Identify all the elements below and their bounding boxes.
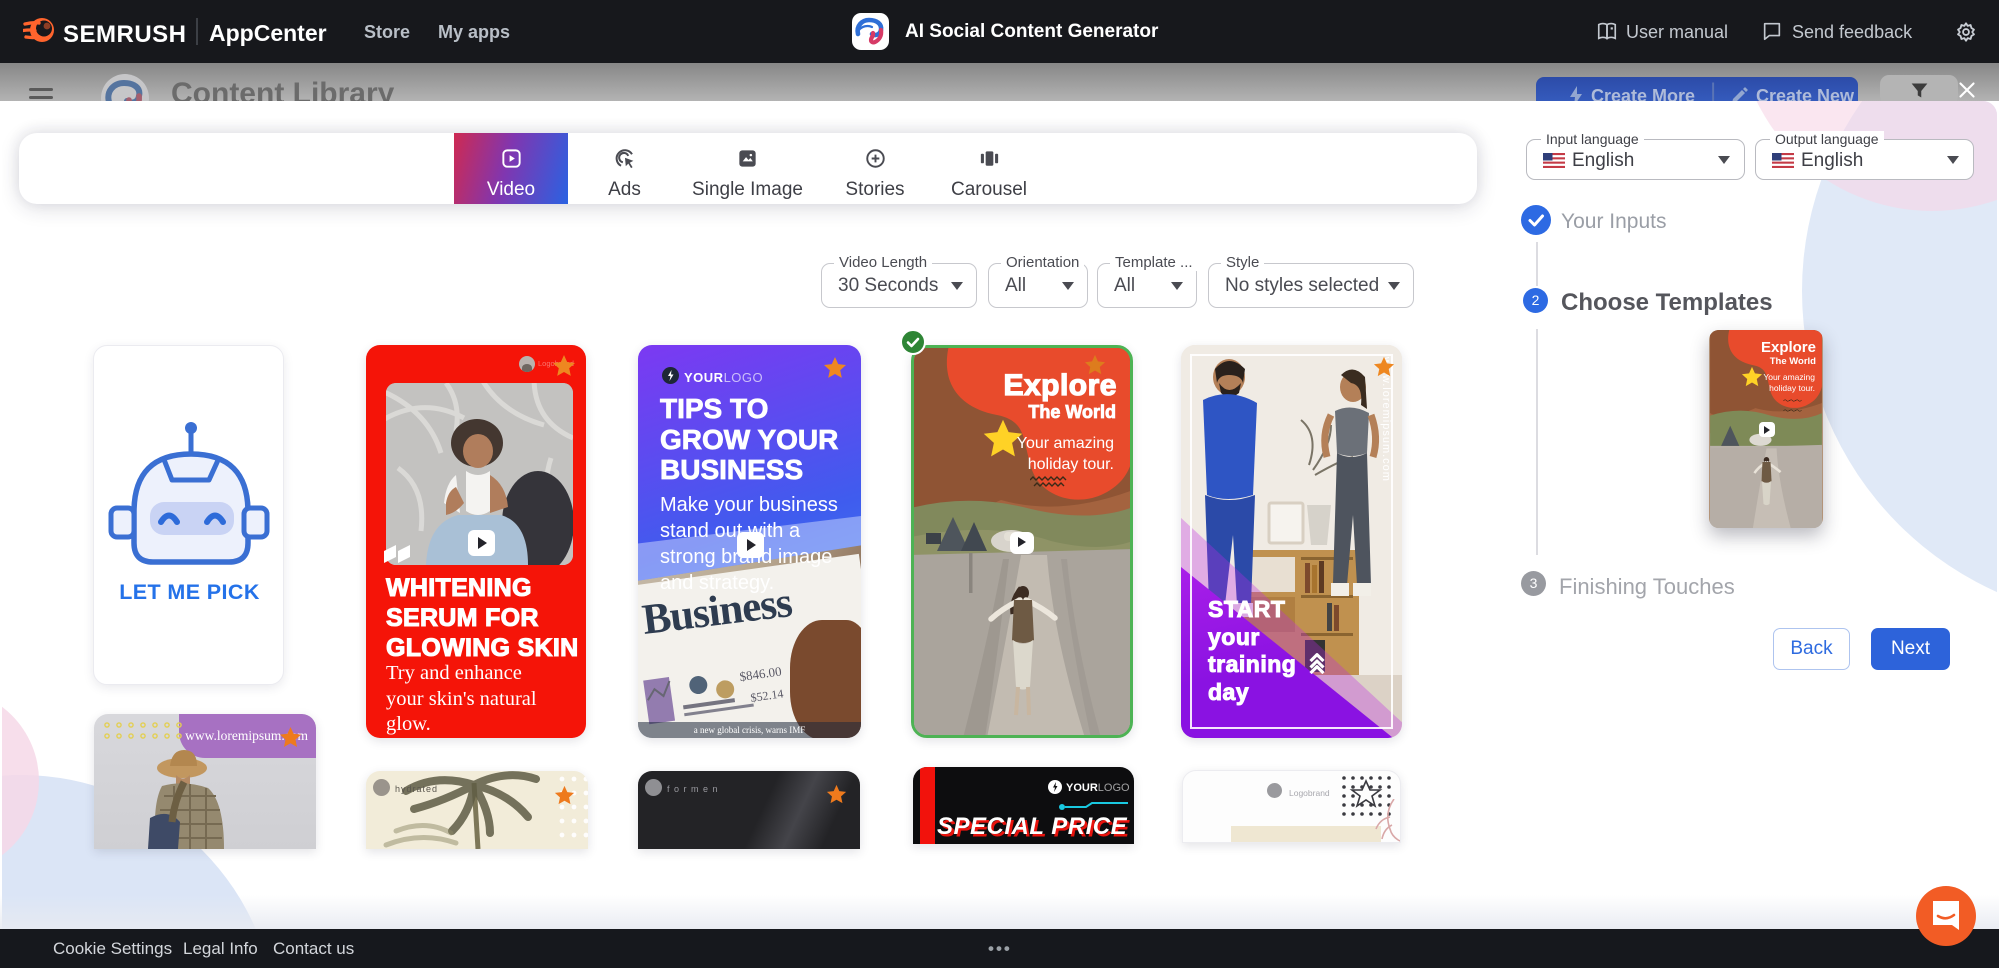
svg-text:$52.14: $52.14 bbox=[750, 686, 785, 704]
svg-text:$846.00: $846.00 bbox=[739, 663, 783, 684]
